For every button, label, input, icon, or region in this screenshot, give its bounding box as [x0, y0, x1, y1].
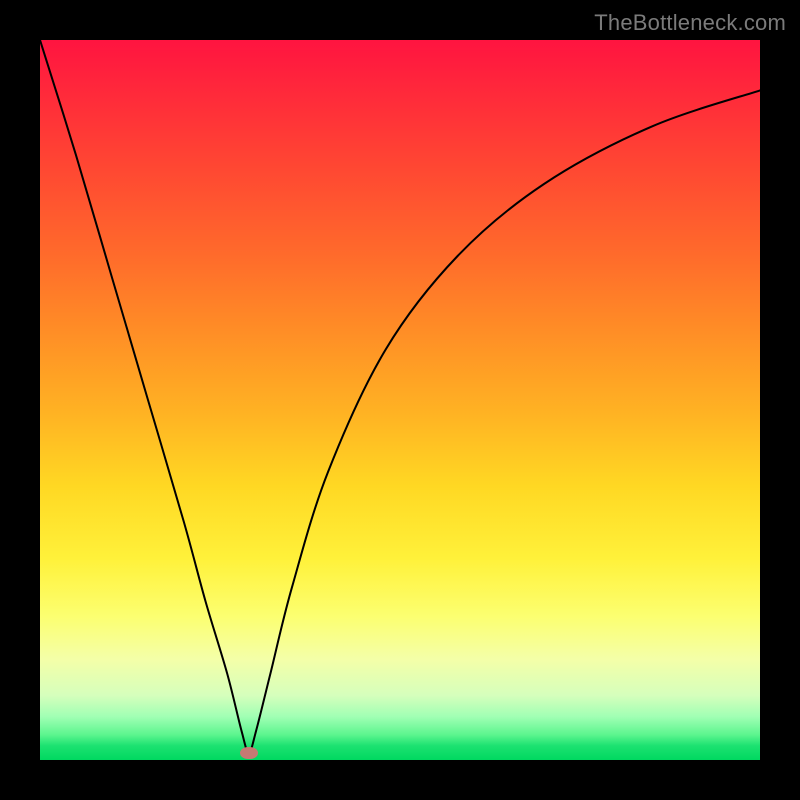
min-marker	[240, 747, 258, 759]
chart-frame: TheBottleneck.com	[0, 0, 800, 800]
watermark-text: TheBottleneck.com	[594, 10, 786, 36]
plot-area	[40, 40, 760, 760]
curve-path	[40, 40, 760, 753]
curve-svg	[40, 40, 760, 760]
